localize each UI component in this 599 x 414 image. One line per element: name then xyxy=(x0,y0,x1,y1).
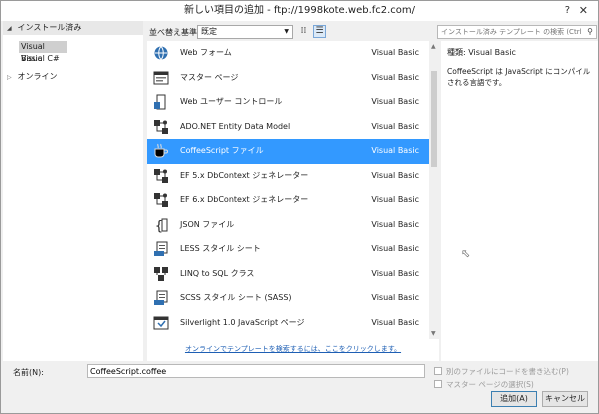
tree-node-online[interactable]: ▷ オンライン xyxy=(3,71,143,83)
template-language: Visual Basic xyxy=(371,195,419,204)
collapsed-triangle-icon: ▷ xyxy=(7,74,12,81)
help-button[interactable]: ? xyxy=(565,1,570,21)
template-language: Visual Basic xyxy=(371,268,419,278)
template-row[interactable]: LINQ to SQL クラス Visual Basic xyxy=(147,262,439,287)
template-row[interactable]: Silverlight 1.0 JavaScript ページ Visual Bas… xyxy=(147,311,439,336)
grid-view-button[interactable]: ⁞⁞ xyxy=(297,25,310,38)
master-page-checkbox[interactable]: マスター ページの選択(S) xyxy=(434,379,534,390)
detail-type-row: 種類: Visual Basic xyxy=(447,47,592,58)
master-page-checkbox-label: マスター ページの選択(S) xyxy=(446,380,534,389)
scss-icon xyxy=(153,290,169,306)
tree-node-installed-label: インストール済み xyxy=(17,23,82,32)
detail-type-value: Visual Basic xyxy=(468,48,516,57)
template-name: Silverlight 1.0 JavaScript ページ xyxy=(180,317,305,327)
template-language: Visual Basic xyxy=(371,97,419,106)
tree-item-visual-csharp[interactable]: Visual C# xyxy=(3,53,143,65)
sort-dropdown[interactable]: 既定 ▼ xyxy=(197,25,293,39)
cancel-button[interactable]: キャンセル xyxy=(542,391,588,407)
scroll-up-icon[interactable]: ▲ xyxy=(431,43,436,50)
sort-dropdown-value: 既定 xyxy=(201,27,217,36)
detail-description: CoffeeScript は JavaScript にコンパイルされる言語です。 xyxy=(447,67,591,87)
template-row[interactable]: EF 5.x DbContext ジェネレーター Visual Basic xyxy=(147,164,439,189)
mouse-cursor-icon: ⬁ xyxy=(461,247,471,260)
linq-icon xyxy=(153,266,169,282)
template-row[interactable]: { JSON ファイル Visual Basic xyxy=(147,213,439,238)
online-templates-link[interactable]: オンラインでテンプレートを検索するには、ここをクリックします。 xyxy=(185,345,401,353)
template-name: Web ユーザー コントロール xyxy=(180,97,283,106)
tree-node-installed[interactable]: ◢ インストール済み xyxy=(3,21,143,35)
list-view-icon: ☰ xyxy=(315,26,324,36)
template-row[interactable]: マスター ページ Visual Basic xyxy=(147,66,439,91)
template-language: Visual Basic xyxy=(371,170,419,180)
template-name: EF 5.x DbContext ジェネレーター xyxy=(180,170,309,180)
template-list-scrollbar[interactable]: ▲ ▼ xyxy=(429,41,439,339)
online-link-area: オンラインでテンプレートを検索するには、ここをクリックします。 xyxy=(147,339,439,361)
template-row[interactable]: SCSS スタイル シート (SASS) Visual Basic xyxy=(147,286,439,311)
user-control-icon xyxy=(153,94,169,110)
template-name: LINQ to SQL クラス xyxy=(180,268,255,278)
template-name: LESS スタイル シート xyxy=(180,244,261,253)
coffee-cup-icon xyxy=(153,143,169,159)
dbcontext-icon xyxy=(153,192,169,208)
template-language: Visual Basic xyxy=(371,121,419,131)
tree-node-online-label: オンライン xyxy=(17,72,58,81)
entity-model-icon xyxy=(153,119,169,135)
template-name: Web フォーム xyxy=(180,48,232,57)
code-behind-checkbox-label: 別のファイルにコードを書き込む(P) xyxy=(446,367,569,376)
chevron-down-icon: ▼ xyxy=(284,28,289,35)
template-row[interactable]: LESS スタイル シート Visual Basic xyxy=(147,237,439,262)
dialog-footer: 名前(N): 別のファイルにコードを書き込む(P) マスター ページの選択(S)… xyxy=(1,361,598,413)
template-language: Visual Basic xyxy=(371,293,419,302)
tree-item-visual-basic[interactable]: Visual Basic xyxy=(19,41,67,63)
template-row[interactable]: CoffeeScript ファイル Visual Basic xyxy=(147,139,439,164)
dialog-title: 新しい項目の追加 - ftp://1998kote.web.fc2.com/ xyxy=(183,5,416,16)
web-form-icon xyxy=(153,45,169,61)
template-search-input[interactable] xyxy=(441,28,581,36)
expanded-triangle-icon: ◢ xyxy=(7,25,12,32)
template-name: EF 6.x DbContext ジェネレーター xyxy=(180,195,309,204)
add-new-item-dialog: 新しい項目の追加 - ftp://1998kote.web.fc2.com/ ?… xyxy=(0,0,599,414)
template-language: Visual Basic xyxy=(371,219,419,229)
scroll-down-icon[interactable]: ▼ xyxy=(431,330,436,337)
dbcontext-icon xyxy=(153,168,169,184)
search-icon[interactable]: ⚲ xyxy=(587,26,593,38)
template-language: Visual Basic xyxy=(371,244,419,253)
sort-label: 並べ替え基準: xyxy=(149,28,200,37)
template-name: SCSS スタイル シート (SASS) xyxy=(180,293,292,302)
template-name: ADO.NET Entity Data Model xyxy=(180,121,291,131)
template-toolbar: 並べ替え基準: 既定 ▼ ⁞⁞ ☰ ⚲ xyxy=(147,23,597,41)
category-tree: ◢ インストール済み Visual Basic Visual C# ▷ オンライ… xyxy=(3,21,143,361)
template-language: Visual Basic xyxy=(371,48,419,57)
code-behind-checkbox-box[interactable] xyxy=(434,367,442,375)
grid-view-icon: ⁞⁞ xyxy=(300,26,307,36)
template-row[interactable]: ADO.NET Entity Data Model Visual Basic xyxy=(147,115,439,140)
template-language: Visual Basic xyxy=(371,72,419,82)
silverlight-icon xyxy=(153,315,169,331)
json-icon: { xyxy=(153,217,169,234)
template-row[interactable]: EF 6.x DbContext ジェネレーター Visual Basic xyxy=(147,188,439,213)
close-button[interactable]: ✕ xyxy=(579,1,588,21)
template-details: 種類: Visual Basic CoffeeScript は JavaScri… xyxy=(441,41,598,361)
file-name-input[interactable] xyxy=(87,364,425,378)
title-bar: 新しい項目の追加 - ftp://1998kote.web.fc2.com/ ?… xyxy=(1,1,598,21)
template-row[interactable]: Web ユーザー コントロール Visual Basic xyxy=(147,90,439,115)
template-language: Visual Basic xyxy=(371,146,419,155)
template-list: Web フォーム Visual Basic マスター ページ Visual Basic… xyxy=(147,41,439,339)
less-icon xyxy=(153,241,169,257)
add-button[interactable]: 追加(A) xyxy=(491,391,537,407)
template-name: マスター ページ xyxy=(180,72,239,82)
master-page-checkbox-box[interactable] xyxy=(434,380,442,388)
template-name: JSON ファイル xyxy=(180,219,235,229)
scrollbar-thumb[interactable] xyxy=(431,71,437,167)
template-name: CoffeeScript ファイル xyxy=(180,146,264,155)
template-search-box[interactable]: ⚲ xyxy=(437,25,597,39)
master-page-icon xyxy=(153,70,169,86)
template-language: Visual Basic xyxy=(371,317,419,327)
template-row[interactable]: Web フォーム Visual Basic xyxy=(147,41,439,66)
list-view-button[interactable]: ☰ xyxy=(313,25,326,38)
template-rows: Web フォーム Visual Basic マスター ページ Visual Basic… xyxy=(147,41,439,335)
detail-type-label: 種類: xyxy=(447,48,466,57)
code-behind-checkbox[interactable]: 別のファイルにコードを書き込む(P) xyxy=(434,366,569,377)
name-label: 名前(N): xyxy=(13,368,44,377)
